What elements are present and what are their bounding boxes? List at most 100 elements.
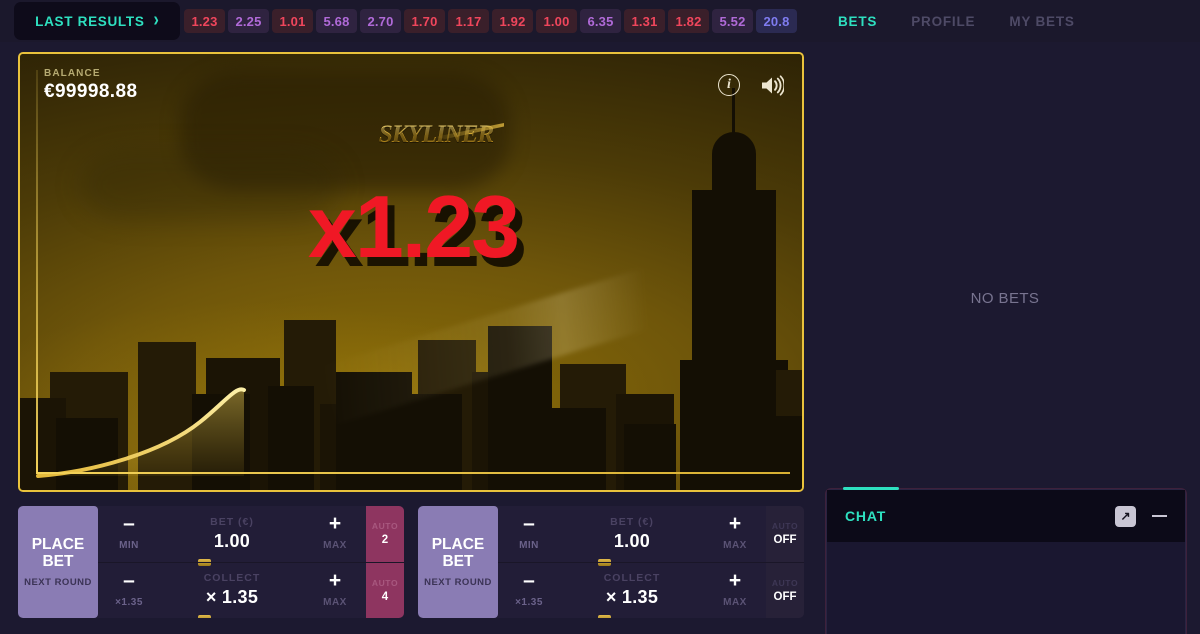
chevron-right-icon: ›	[153, 9, 159, 31]
current-multiplier: x1.23	[307, 177, 520, 276]
tab-profile[interactable]: PROFILE	[911, 14, 975, 29]
result-chip[interactable]: 5.52	[712, 9, 753, 33]
stepper-min-label: ×1.35	[515, 596, 543, 608]
result-chip[interactable]: 1.92	[492, 9, 533, 33]
result-chip[interactable]: 1.31	[624, 9, 665, 33]
result-chip[interactable]: 5.68	[316, 9, 357, 33]
bet-amount-field[interactable]: BET (€) 1.00	[160, 516, 304, 552]
minus-icon: –	[523, 568, 535, 592]
minus-icon: –	[123, 512, 135, 536]
result-chip[interactable]: 1.82	[668, 9, 709, 33]
auto-column: AUTO 2 AUTO 4	[366, 506, 404, 618]
auto-collect-row: – ×1.35 COLLECT × 1.35 + MAX	[98, 561, 366, 618]
game-icon-bar: i	[718, 74, 784, 96]
auto-column: AUTO OFF AUTO OFF	[766, 506, 804, 618]
field-value: 1.00	[213, 530, 251, 551]
volume-on-icon-svg	[762, 74, 784, 96]
field-value: × 1.35	[605, 587, 659, 608]
minus-icon: –	[523, 512, 535, 536]
place-bet-button[interactable]: PLACE BET NEXT ROUND	[418, 506, 498, 618]
chat-panel: CHAT ↗	[826, 487, 1186, 634]
expand-arrow-glyph: ↗	[1120, 509, 1131, 523]
result-chip[interactable]: 1.01	[272, 9, 313, 33]
slider-handle[interactable]	[598, 615, 611, 618]
auto-label: AUTO	[771, 521, 799, 532]
no-bets-message: NO BETS	[970, 290, 1040, 307]
chat-title: CHAT	[845, 508, 887, 524]
result-chip[interactable]: 20.8	[756, 9, 797, 33]
top-tabs: BETS PROFILE MY BETS	[838, 0, 1075, 42]
result-chip[interactable]: 1.23	[184, 9, 225, 33]
result-chip[interactable]: 1.00	[536, 9, 577, 33]
bet-increase-button[interactable]: + MAX	[704, 512, 766, 552]
crash-game-app: LAST RESULTS › 1.23 2.25 1.01 5.68 2.70 1.70 1…	[0, 0, 1200, 634]
field-label: BET (€)	[610, 515, 654, 528]
last-results-label: LAST RESULTS	[35, 13, 145, 29]
tab-bets[interactable]: BETS	[838, 14, 877, 29]
auto-label: AUTO	[371, 577, 399, 588]
bet-amount-row: – MIN BET (€) 1.00 + MAX	[98, 506, 366, 566]
collect-decrease-button[interactable]: – ×1.35	[98, 568, 160, 608]
result-chip[interactable]: 2.25	[228, 9, 269, 33]
auto-collect-row: – ×1.35 COLLECT × 1.35 + MAX	[498, 561, 766, 618]
info-icon[interactable]: i	[718, 74, 740, 96]
balance-value: €99998.88	[44, 81, 138, 102]
next-round-label: NEXT ROUND	[424, 577, 492, 589]
minus-icon: –	[123, 568, 135, 592]
skyliner-logo: SKYLINER	[378, 120, 504, 150]
logo-text: SKYLINER	[378, 121, 494, 148]
collect-multiplier-field[interactable]: COLLECT × 1.35	[160, 572, 304, 608]
bet-rows: – MIN BET (€) 1.00 + MAX – ×1.35 COLLECT × 1.35 + M…	[98, 506, 366, 618]
plus-icon: +	[728, 512, 742, 536]
collect-multiplier-field[interactable]: COLLECT × 1.35	[560, 572, 704, 608]
info-glyph: i	[727, 77, 731, 92]
slider-handle[interactable]	[198, 615, 211, 618]
field-value: × 1.35	[205, 587, 259, 608]
bet-amount-field[interactable]: BET (€) 1.00	[560, 516, 704, 552]
last-results-list: 1.23 2.25 1.01 5.68 2.70 1.70 1.17 1.92 1.00 6.35…	[184, 0, 797, 42]
bet-amount-row: – MIN BET (€) 1.00 + MAX	[498, 506, 766, 566]
bet-decrease-button[interactable]: – MIN	[498, 512, 560, 552]
plus-icon: +	[728, 568, 742, 592]
collect-increase-button[interactable]: + MAX	[704, 568, 766, 608]
bet-decrease-button[interactable]: – MIN	[98, 512, 160, 552]
auto-value: OFF	[773, 590, 797, 603]
auto-label: AUTO	[771, 577, 799, 588]
auto-collect-toggle[interactable]: AUTO 4	[366, 561, 404, 618]
chat-header: CHAT ↗	[827, 490, 1185, 542]
bet-panel-secondary: PLACE BET NEXT ROUND – MIN BET (€) 1.00 + MAX – ×1…	[418, 506, 804, 618]
collect-decrease-button[interactable]: – ×1.35	[498, 568, 560, 608]
field-label: COLLECT	[603, 572, 661, 585]
bet-increase-button[interactable]: + MAX	[304, 513, 366, 551]
result-chip[interactable]: 1.17	[448, 9, 489, 33]
field-label: COLLECT	[203, 572, 261, 585]
auto-bet-toggle[interactable]: AUTO OFF	[766, 506, 804, 562]
bet-panel-primary: PLACE BET NEXT ROUND – MIN BET (€) 1.00 + MAX – ×1…	[18, 506, 404, 618]
stepper-min-label: MIN	[519, 540, 539, 552]
collect-increase-button[interactable]: + MAX	[304, 570, 366, 608]
auto-value: OFF	[773, 534, 797, 547]
stepper-max-label: MAX	[723, 596, 747, 608]
stepper-min-label: ×1.35	[115, 596, 143, 608]
balance-label: BALANCE	[44, 68, 101, 79]
place-bet-button[interactable]: PLACE BET NEXT ROUND	[18, 506, 98, 618]
result-chip[interactable]: 1.70	[404, 9, 445, 33]
last-results-button[interactable]: LAST RESULTS ›	[14, 2, 180, 40]
minimize-icon[interactable]	[1152, 515, 1167, 517]
game-canvas: BALANCE €99998.88 SKYLINER i x1.23	[18, 52, 804, 492]
x-axis	[36, 472, 790, 474]
result-chip[interactable]: 2.70	[360, 9, 401, 33]
auto-collect-toggle[interactable]: AUTO OFF	[766, 561, 804, 618]
auto-bet-toggle[interactable]: AUTO 2	[366, 506, 404, 562]
auto-value: 2	[381, 534, 389, 547]
stepper-min-label: MIN	[119, 540, 139, 552]
tab-my-bets[interactable]: MY BETS	[1009, 14, 1074, 29]
volume-on-icon[interactable]	[760, 74, 784, 96]
result-chip[interactable]: 6.35	[580, 9, 621, 33]
field-label: BET (€)	[210, 515, 254, 528]
auto-label: AUTO	[371, 521, 399, 532]
balance-display: BALANCE €99998.88	[44, 68, 137, 103]
expand-arrow-icon[interactable]: ↗	[1115, 505, 1136, 527]
auto-value: 4	[381, 590, 389, 603]
stepper-max-label: MAX	[723, 540, 747, 552]
